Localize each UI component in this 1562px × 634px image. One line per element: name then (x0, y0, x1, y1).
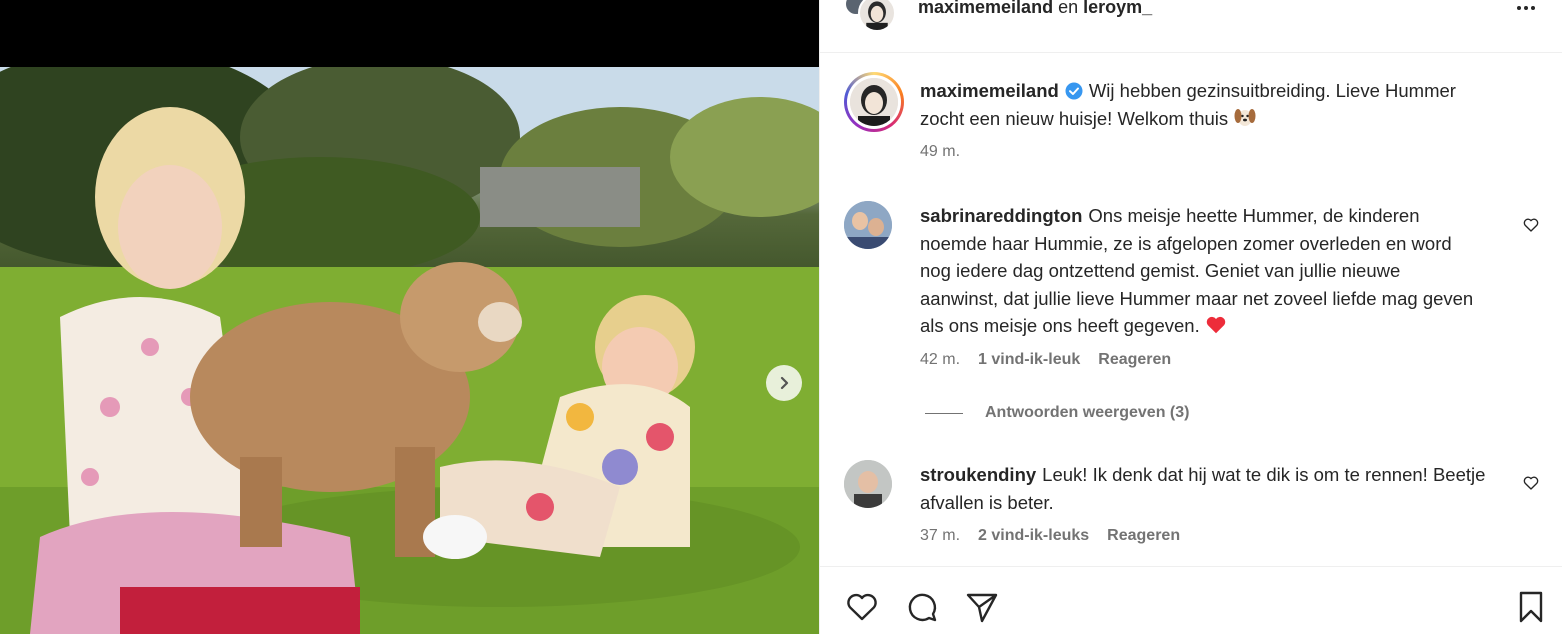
replies-divider (925, 412, 963, 414)
portrait-icon (844, 201, 892, 249)
save-button[interactable] (1513, 589, 1549, 625)
verified-badge-icon (1065, 82, 1083, 100)
heart-icon[interactable] (1522, 216, 1540, 234)
author-username[interactable]: maximemeiland (918, 0, 1053, 17)
heart-icon[interactable] (1522, 474, 1540, 492)
share-button[interactable] (964, 589, 1000, 625)
comment-icon (908, 593, 937, 622)
comments-section: maximemeiland Wij hebben gezinsuitbreidin… (820, 53, 1562, 566)
comment-likes[interactable]: 2 vind-ik-leuks (978, 522, 1089, 550)
post-side-panel: maximemeiland en leroym_ maximemeiland Wi (819, 0, 1562, 634)
reply-button[interactable]: Reageren (1098, 346, 1171, 374)
photo-illustration (0, 67, 819, 634)
caption-body: maximemeiland Wij hebben gezinsuitbreidin… (920, 77, 1500, 166)
comment-time[interactable]: 42 m. (920, 346, 960, 374)
portrait-icon (844, 460, 892, 508)
post-photo[interactable] (0, 67, 819, 634)
next-photo-button[interactable] (766, 365, 802, 401)
comment-username[interactable]: stroukendiny (920, 464, 1036, 485)
view-replies-button[interactable]: Antwoorden weergeven (3) (925, 404, 1189, 422)
portrait-icon (850, 78, 898, 126)
comment-meta: 42 m. 1 vind-ik-leuk Reageren (920, 346, 1480, 374)
comment-button[interactable] (904, 589, 940, 625)
comment-meta: 37 m. 2 vind-ik-leuks Reageren (920, 522, 1500, 550)
bookmark-icon (1519, 591, 1543, 623)
chevron-right-icon (780, 376, 789, 390)
caption-meta: 49 m. (920, 138, 1500, 166)
caption-time[interactable]: 49 m. (920, 138, 960, 166)
view-replies-label: Antwoorden weergeven (3) (985, 404, 1190, 421)
author-avatar[interactable] (858, 0, 896, 32)
comment-body: sabrinareddington Ons meisje heette Humme… (920, 202, 1480, 373)
author-conjunction: en (1058, 0, 1079, 17)
send-icon (966, 593, 998, 623)
comment-username[interactable]: sabrinareddington (920, 205, 1082, 226)
portrait-icon (866, 1, 888, 30)
post-media (0, 0, 819, 634)
collaborator-username[interactable]: leroym_ (1083, 0, 1152, 17)
more-horizontal-icon[interactable] (1511, 0, 1541, 16)
post-authors: maximemeiland en leroym_ (918, 0, 1152, 18)
commenter-avatar[interactable] (844, 460, 892, 508)
comment-likes[interactable]: 1 vind-ik-leuk (978, 346, 1080, 374)
commenter-avatar[interactable] (844, 201, 892, 249)
caption-avatar[interactable] (844, 72, 904, 132)
like-button[interactable] (844, 589, 880, 625)
post-header: maximemeiland en leroym_ (820, 0, 1562, 53)
reply-button[interactable]: Reageren (1107, 522, 1180, 550)
post-actions (820, 566, 1562, 634)
caption-username[interactable]: maximemeiland (920, 80, 1059, 101)
comment-time[interactable]: 37 m. (920, 522, 960, 550)
heart-icon (847, 593, 877, 621)
dog-face-icon (1234, 108, 1256, 126)
red-heart-icon (1206, 316, 1226, 334)
comment-body: stroukendiny Leuk! Ik denk dat hij wat te… (920, 461, 1500, 550)
